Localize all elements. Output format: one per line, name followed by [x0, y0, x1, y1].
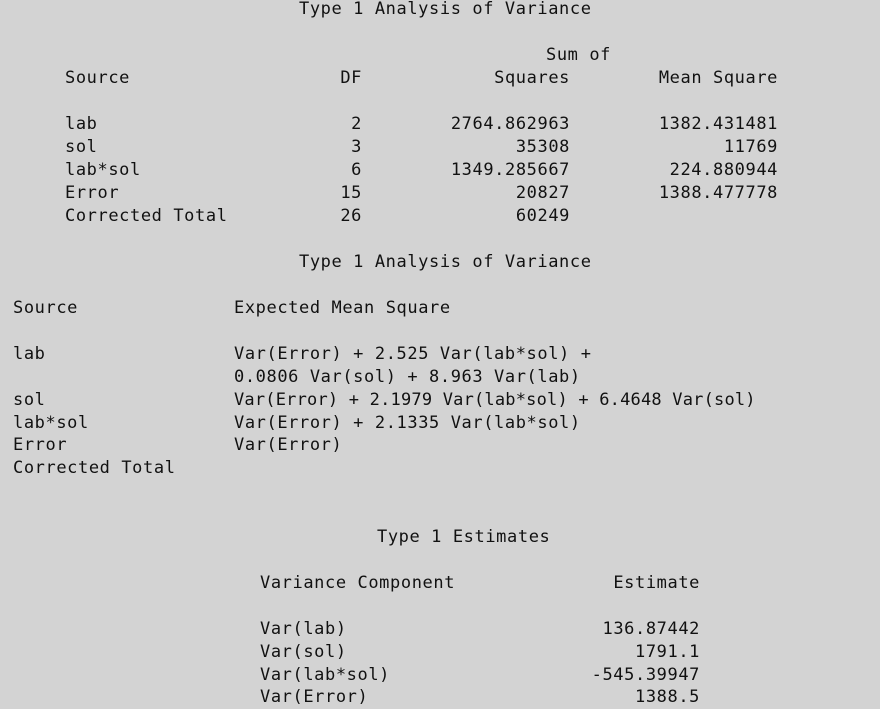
anova-ms: 1382.431481 [658, 114, 778, 134]
anova-ms: 1388.477778 [658, 183, 778, 203]
anova-header-df: DF [340, 68, 362, 88]
ems-source: sol [13, 390, 46, 410]
estimate-value: -545.39947 [591, 665, 700, 685]
estimates-title: Type 1 Estimates [377, 527, 551, 547]
anova-source: Error [65, 183, 120, 203]
anova-ss: 20827 [515, 183, 570, 203]
estimate-component: Var(Error) [260, 687, 369, 707]
anova-ss: 35308 [515, 137, 570, 157]
estimates-header-estimate: Estimate [613, 573, 700, 593]
anova-ms: 224.880944 [669, 160, 778, 180]
ems-source: Error [13, 435, 68, 455]
anova-header-ss-line2: Squares [494, 68, 570, 88]
anova-source: lab*sol [65, 160, 141, 180]
anova-header-ms: Mean Square [658, 68, 778, 88]
anova-header-source: Source [65, 68, 131, 88]
estimate-component: Var(lab) [260, 619, 347, 639]
ems-source: Corrected Total [13, 458, 176, 478]
ems-expression: Var(Error) + 2.1335 Var(lab*sol) [234, 413, 581, 433]
ems-expression: Var(Error) + 2.525 Var(lab*sol) + [234, 344, 592, 364]
estimate-value: 136.87442 [602, 619, 700, 639]
ems-expression: 0.0806 Var(sol) + 8.963 Var(lab) [234, 367, 581, 387]
anova-source: lab [65, 114, 98, 134]
anova-df: 3 [351, 137, 362, 157]
ems-source: lab*sol [13, 413, 89, 433]
anova-df: 2 [351, 114, 362, 134]
ems-source: lab [13, 344, 46, 364]
anova-df: 26 [340, 206, 362, 226]
anova-source: sol [65, 137, 98, 157]
ems-title: Type 1 Analysis of Variance [299, 252, 592, 272]
ems-header-source: Source [13, 298, 79, 318]
estimate-component: Var(sol) [260, 642, 347, 662]
ems-expression: Var(Error) [234, 435, 343, 455]
anova-ss: 60249 [515, 206, 570, 226]
ems-expression: Var(Error) + 2.1979 Var(lab*sol) + 6.464… [234, 390, 756, 410]
anova-ms: 11769 [723, 137, 778, 157]
anova-source: Corrected Total [65, 206, 228, 226]
estimates-header-component: Variance Component [260, 573, 456, 593]
anova-header-ss-line1: Sum of [546, 45, 612, 65]
anova-ss: 2764.862963 [450, 114, 570, 134]
anova-title: Type 1 Analysis of Variance [299, 0, 592, 19]
estimate-value: 1388.5 [634, 687, 700, 707]
estimate-value: 1791.1 [634, 642, 700, 662]
anova-df: 15 [340, 183, 362, 203]
anova-ss: 1349.285667 [450, 160, 570, 180]
ems-header-expected: Expected Mean Square [234, 298, 451, 318]
anova-df: 6 [351, 160, 362, 180]
estimate-component: Var(lab*sol) [260, 665, 391, 685]
